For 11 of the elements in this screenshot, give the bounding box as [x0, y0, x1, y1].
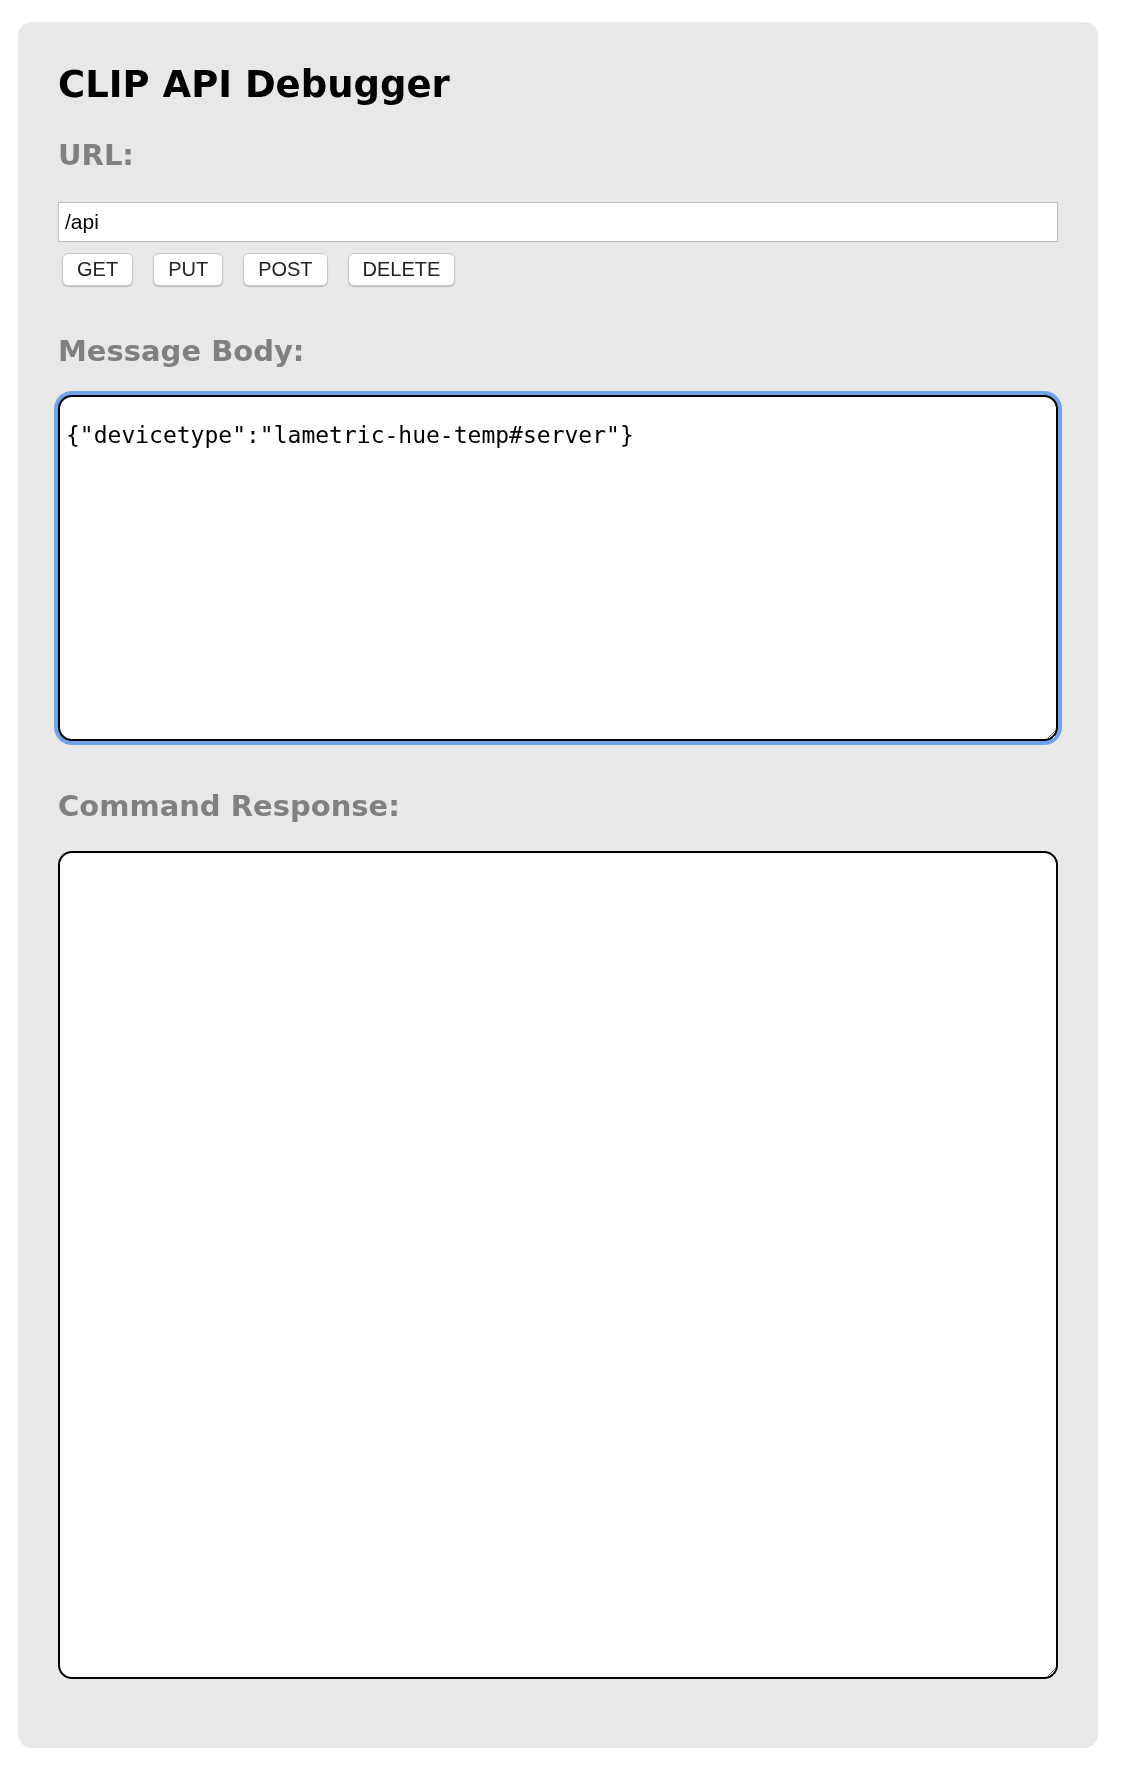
- method-button[interactable]: GET: [62, 252, 134, 286]
- method-button[interactable]: DELETE: [347, 252, 456, 286]
- command-response-label: Command Response:: [58, 788, 400, 826]
- url-input-field[interactable]: /api: [58, 201, 1058, 242]
- page-title: CLIP API Debugger: [58, 62, 450, 108]
- url-label: URL:: [58, 137, 134, 175]
- message-body-label: Message Body:: [58, 332, 305, 370]
- method-button[interactable]: PUT: [153, 252, 224, 286]
- method-button[interactable]: POST: [243, 252, 328, 286]
- message-body-field[interactable]: {"devicetype":"lametric-hue-temp#server"}: [58, 395, 1058, 742]
- command-response-field[interactable]: [58, 850, 1058, 1679]
